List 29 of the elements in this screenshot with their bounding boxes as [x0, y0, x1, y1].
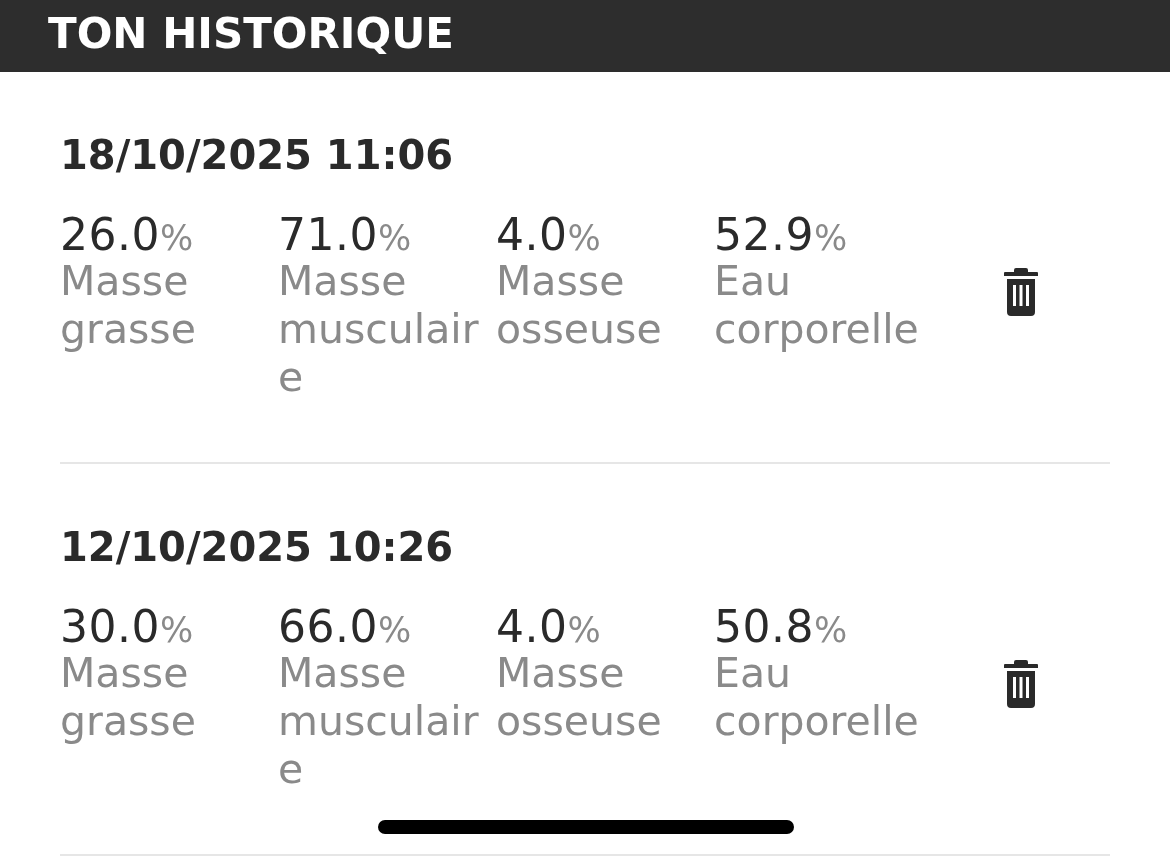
metric-label: Masse grasse — [60, 649, 197, 745]
metric-label: Eau corporelle — [714, 649, 920, 745]
metric-unit: % — [813, 218, 848, 258]
metric-value: 4.0 — [496, 209, 568, 260]
metric-label: Masse musculaire — [278, 649, 480, 793]
metric-label: Masse osseuse — [496, 257, 663, 353]
metric-unit: % — [567, 218, 601, 258]
page-title: TON HISTORIQUE — [48, 13, 454, 55]
metric-label: Masse musculaire — [278, 257, 480, 401]
metric-label: Masse grasse — [60, 257, 197, 353]
metric-value: 50.8 — [714, 601, 814, 652]
metric-label: Masse osseuse — [496, 649, 663, 745]
metric-value: 52.9 — [714, 209, 814, 260]
metric-unit: % — [159, 610, 194, 650]
metric-value: 66.0 — [278, 601, 378, 652]
metric-unit: % — [813, 610, 848, 650]
metric-unit: % — [377, 610, 412, 650]
metric-unit: % — [567, 610, 601, 650]
metric-value: 71.0 — [278, 209, 378, 260]
metric-unit: % — [159, 218, 194, 258]
metric-value: 4.0 — [496, 601, 568, 652]
entry-date: 18/10/2025 11:06 — [60, 131, 455, 179]
entry-date: 12/10/2025 10:26 — [60, 523, 455, 571]
metric-unit: % — [377, 218, 412, 258]
metric-value: 30.0 — [60, 601, 160, 652]
metric-label: Eau corporelle — [714, 257, 920, 353]
trash-icon[interactable] — [1004, 660, 1038, 708]
trash-icon[interactable] — [1004, 268, 1038, 316]
metric-value: 26.0 — [60, 209, 160, 260]
